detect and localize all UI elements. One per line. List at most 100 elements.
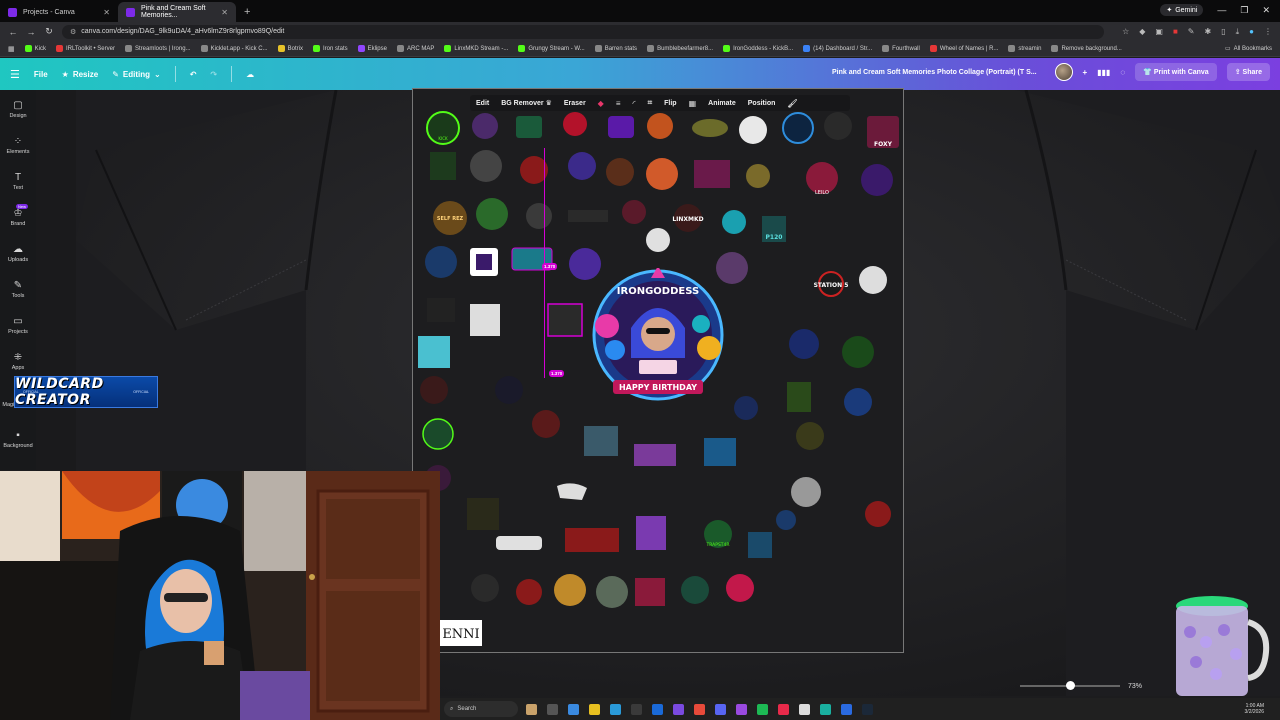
zoom-slider-knob[interactable] [1066,681,1075,690]
sticker-logo[interactable] [859,266,887,294]
system-tray-clock[interactable]: 1:00 AM 3/2/2026 [1245,703,1264,715]
rail-item-text[interactable]: T Text [0,172,36,191]
sticker-logo[interactable] [563,112,587,136]
bookmark-item[interactable]: Iron stats [312,45,348,52]
sticker-logo[interactable] [694,160,730,188]
sticker-logo[interactable] [584,426,618,456]
profile-icon[interactable]: ● [1249,27,1254,37]
tab-projects[interactable]: Projects - Canva ✕ [0,2,118,22]
sticker-logo[interactable] [470,304,500,336]
app-icon[interactable] [841,703,852,715]
store-icon[interactable] [631,703,642,715]
sticker-logo[interactable] [861,164,893,196]
extension-icon[interactable]: ✎ [1188,27,1195,37]
editing-mode-button[interactable]: ✎ Editing ⌄ [112,70,161,79]
extension-icon[interactable]: ▣ [1155,27,1163,37]
sticker-logo[interactable] [842,336,874,368]
color-icon[interactable]: ◆ [598,99,604,108]
sticker-logo[interactable] [430,152,456,180]
sticker-logo[interactable] [646,228,670,252]
print-with-canva-button[interactable]: 👕 Print with Canva [1135,63,1217,81]
bookmark-item[interactable]: Botrix [277,45,303,52]
sticker-logo[interactable] [776,510,796,530]
document-title[interactable]: Pink and Cream Soft Memories Photo Colla… [832,69,1037,76]
rail-item-uploads[interactable]: ☁ Uploads [0,244,36,263]
sticker-logo[interactable] [634,444,676,466]
redo-icon[interactable]: ↷ [210,70,217,79]
widgets-icon[interactable] [526,703,537,715]
sticker-logo[interactable] [726,574,754,602]
sticker-logo[interactable] [692,119,728,137]
star-icon[interactable]: ☆ [1122,27,1129,37]
sticker-logo[interactable] [554,574,586,606]
sticker-logo[interactable] [635,578,665,606]
sticker-logo[interactable] [606,158,634,186]
back-icon[interactable]: ← [8,27,18,37]
sticker-logo[interactable] [704,438,736,466]
gemini-button[interactable]: ✦ Gemini [1160,4,1204,16]
bookmark-item[interactable]: Kicklet.app - Kick C... [200,45,268,52]
sticker-logo[interactable] [422,418,454,450]
menu-kebab-icon[interactable]: ⋮ [1264,27,1272,37]
sticker-logo[interactable] [418,336,450,368]
outlook-icon[interactable] [652,703,663,715]
sticker-logo[interactable] [596,576,628,608]
corner-rounding-icon[interactable]: ◜ [633,99,636,108]
edge-icon[interactable] [610,703,621,715]
crop-icon[interactable]: ⌗ [648,98,653,108]
bookmark-item[interactable]: LinxMKD Stream -... [444,45,508,52]
sidebar-icon[interactable]: ▯ [1221,27,1225,37]
kick-logo[interactable] [476,198,508,230]
rail-item-design[interactable]: ▢ Design [0,100,36,119]
close-window-icon[interactable]: ✕ [1262,5,1270,16]
sticker-logo[interactable] [787,382,811,412]
sticker-logo[interactable] [532,410,560,438]
car-sticker[interactable] [496,536,542,550]
obs-icon[interactable] [673,703,684,715]
rail-item-background[interactable]: ▪ Background [0,430,36,449]
sticker-logo[interactable] [467,498,499,530]
rail-item-apps[interactable]: ⁜ Apps [0,352,36,371]
rail-item-projects[interactable]: ▭ Projects [0,316,36,335]
sticker-logo[interactable] [565,528,619,552]
sticker-logo[interactable] [722,210,746,234]
all-bookmarks-button[interactable]: ▭ All Bookmarks [1225,45,1272,53]
bookmark-item[interactable]: Fourthwall [882,45,920,52]
selected-sticker[interactable] [547,303,583,337]
bookmark-item[interactable]: Wheel of Names | R... [929,45,998,52]
url-field[interactable]: ⚙ canva.com/design/DAG_9lk9uDA/4_aHv6lmZ… [62,24,1105,39]
sticker-logo[interactable] [622,200,646,224]
sticker-logo[interactable] [526,203,552,229]
animate-button[interactable]: Animate [708,100,736,107]
taskbar-search[interactable]: ⌕ Search [444,701,518,717]
file-explorer-icon[interactable] [568,703,579,715]
share-button[interactable]: ⇪ Share [1226,63,1270,81]
edit-button[interactable]: Edit [476,100,489,107]
add-collaborator-icon[interactable]: + [1083,68,1088,77]
app-icon[interactable] [778,703,789,715]
sticker-logo[interactable] [427,298,455,322]
sticker-logo[interactable] [557,483,587,500]
bookmark-item[interactable]: Eklipse [357,45,387,52]
sticker-logo[interactable] [748,532,772,558]
sticker-logo[interactable] [568,152,596,180]
sticker-logo[interactable] [636,516,666,550]
sticker-logo[interactable] [608,116,634,138]
position-button[interactable]: Position [748,100,776,107]
tab-design[interactable]: Pink and Cream Soft Memories... ✕ [118,2,236,22]
resize-button[interactable]: ★ Resize [62,70,99,79]
bookmark-item[interactable]: Grungy Stream - W... [518,45,585,52]
hamburger-menu-icon[interactable]: ☰ [10,68,20,81]
steam-icon[interactable] [862,703,873,715]
bookmark-item[interactable]: Bumblebeefarmer8... [647,45,713,52]
sticker-logo[interactable] [746,164,770,188]
sticker-logo[interactable] [568,210,608,222]
forward-icon[interactable]: → [26,27,36,37]
controller-logo[interactable] [739,116,767,144]
sticker-logo[interactable] [516,579,542,605]
bookmark-item[interactable]: Kick [24,45,46,52]
close-icon[interactable]: ✕ [103,8,110,17]
eraser-button[interactable]: Eraser [564,100,586,107]
sticker-logo[interactable] [520,156,548,184]
menu-lines-icon[interactable]: ≡ [616,99,621,108]
